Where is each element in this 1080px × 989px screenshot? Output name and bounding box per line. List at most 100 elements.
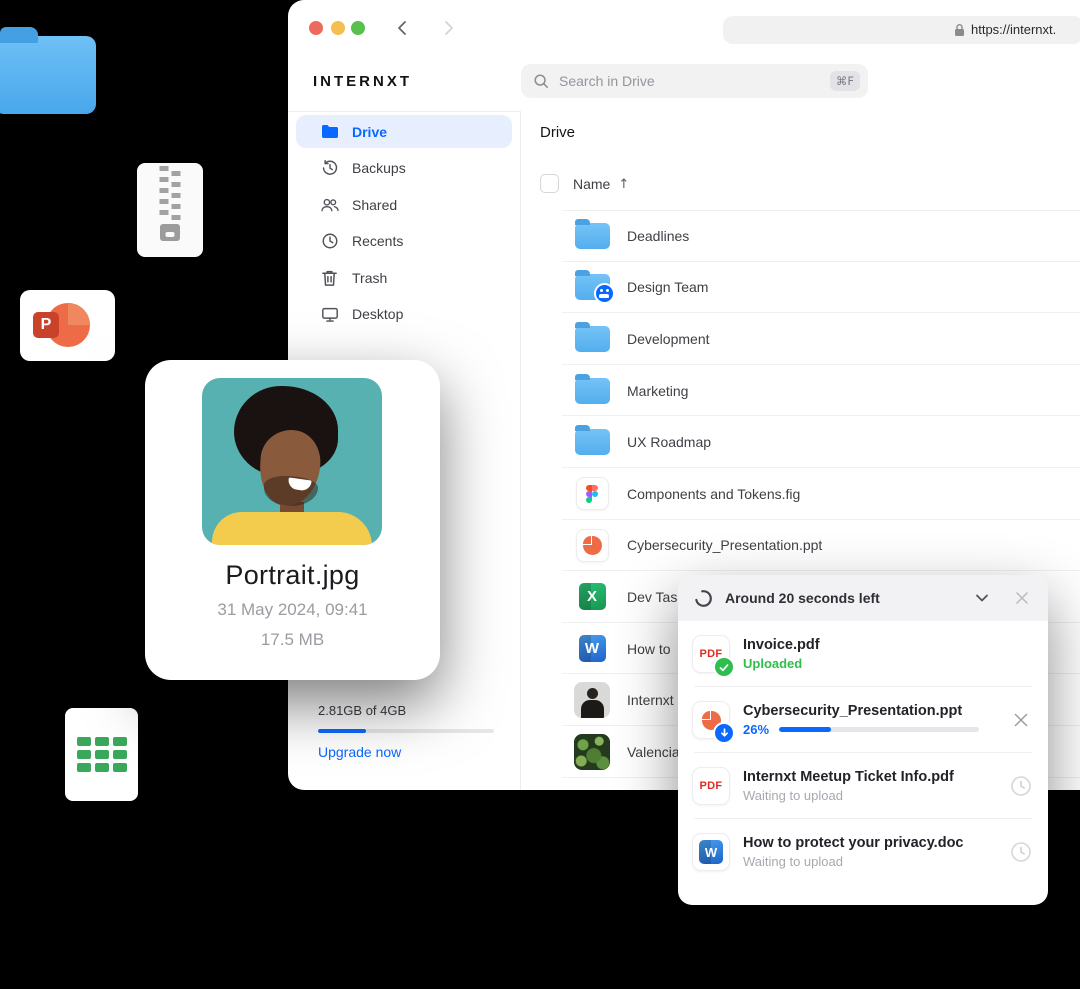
- table-row[interactable]: Cybersecurity_Presentation.ppt: [520, 520, 1080, 572]
- floating-folder-icon: [0, 36, 96, 114]
- photo-thumbnail: [574, 682, 610, 718]
- upload-status: Waiting to upload: [743, 854, 1034, 869]
- sidebar-item-label: Recents: [352, 233, 403, 249]
- spreadsheet-file-icon: [65, 708, 138, 801]
- figma-icon: [576, 477, 609, 510]
- portrait-image: [202, 378, 382, 545]
- folder-icon: [575, 378, 610, 404]
- pdf-icon: PDF: [692, 635, 730, 673]
- sidebar-item-label: Drive: [352, 124, 387, 140]
- people-icon: [320, 195, 339, 214]
- waiting-clock-icon: [1010, 775, 1032, 797]
- upload-filename: Cybersecurity_Presentation.ppt: [743, 703, 1034, 719]
- row-label: Dev Tas: [627, 589, 677, 605]
- row-label: How to: [627, 641, 671, 657]
- sidebar-item-label: Backups: [352, 160, 406, 176]
- storage-section: 2.81GB of 4GB Upgrade now: [318, 703, 494, 760]
- storage-bar: [318, 729, 494, 733]
- upload-progress-panel: Around 20 seconds left PDF Invoice.pdf U…: [678, 575, 1048, 905]
- storage-usage: 2.81GB of 4GB: [318, 703, 494, 718]
- minimize-window-button[interactable]: [331, 21, 345, 35]
- sort-ascending-icon: ↑: [618, 177, 629, 192]
- upload-progress-bar: [779, 727, 979, 732]
- select-all-checkbox[interactable]: [540, 174, 559, 193]
- search-shortcut-badge: ⌘F: [830, 71, 860, 91]
- upload-panel-header: Around 20 seconds left: [678, 575, 1048, 621]
- preview-size: 17.5 MB: [145, 630, 440, 650]
- upload-item: PDF Internxt Meetup Ticket Info.pdf Wait…: [678, 753, 1048, 819]
- search-bar[interactable]: ⌘F: [521, 64, 868, 98]
- upload-item: W How to protect your privacy.doc Waitin…: [678, 819, 1048, 885]
- shared-folder-icon: [575, 274, 610, 300]
- pdf-icon: PDF: [692, 767, 730, 805]
- name-column-header[interactable]: Name ↑: [573, 176, 629, 192]
- excel-icon: X: [579, 583, 606, 610]
- table-row[interactable]: Development: [520, 313, 1080, 365]
- row-label: Cybersecurity_Presentation.ppt: [627, 537, 822, 553]
- upload-status: Uploaded: [743, 656, 1034, 671]
- sidebar-item-drive[interactable]: Drive: [296, 115, 512, 148]
- composite-scene: P https://internxt. INTERNXT: [0, 0, 1080, 989]
- sidebar-item-backups[interactable]: Backups: [296, 152, 512, 185]
- maximize-window-button[interactable]: [351, 21, 365, 35]
- chevron-down-icon[interactable]: [972, 588, 992, 608]
- upload-item: Cybersecurity_Presentation.ppt 26%: [678, 687, 1048, 753]
- address-bar[interactable]: https://internxt.: [723, 16, 1080, 44]
- sidebar-item-label: Trash: [352, 270, 387, 286]
- spreadsheet-grid-icon: [77, 737, 127, 772]
- table-row[interactable]: Components and Tokens.fig: [520, 468, 1080, 520]
- table-row[interactable]: Marketing: [520, 365, 1080, 417]
- row-label: Valencia: [627, 744, 680, 760]
- close-window-button[interactable]: [309, 21, 323, 35]
- internxt-logo: INTERNXT: [313, 73, 412, 90]
- back-button[interactable]: [395, 20, 411, 36]
- name-header-label: Name: [573, 176, 610, 192]
- powerpoint-icon: [576, 529, 609, 562]
- sidebar-item-desktop[interactable]: Desktop: [296, 298, 512, 331]
- zipper-teeth: [160, 166, 181, 221]
- file-preview-card: Portrait.jpg 31 May 2024, 09:41 17.5 MB: [145, 360, 440, 680]
- upload-progress-fill: [779, 727, 831, 732]
- powerpoint-icon: [692, 701, 730, 739]
- url-text: https://internxt.: [971, 22, 1056, 37]
- table-row[interactable]: Design Team: [520, 262, 1080, 314]
- sidebar-item-label: Shared: [352, 197, 397, 213]
- powerpoint-file-icon: P: [20, 290, 115, 361]
- check-badge-icon: [713, 656, 735, 678]
- upload-eta-label: Around 20 seconds left: [725, 590, 960, 606]
- search-input[interactable]: [557, 72, 822, 90]
- zipper-pull: [160, 224, 180, 241]
- upgrade-link[interactable]: Upgrade now: [318, 744, 494, 760]
- table-row[interactable]: Deadlines: [520, 210, 1080, 262]
- sidebar-item-recents[interactable]: Recents: [296, 225, 512, 258]
- clock-icon: [320, 232, 339, 251]
- close-icon[interactable]: [1012, 588, 1032, 608]
- storage-bar-fill: [318, 729, 366, 733]
- row-label: UX Roadmap: [627, 434, 711, 450]
- sidebar-header-divider: [288, 111, 520, 112]
- history-icon: [320, 159, 339, 178]
- cancel-upload-icon[interactable]: [1010, 709, 1032, 731]
- upload-percent: 26%: [743, 722, 769, 737]
- folder-icon: [575, 223, 610, 249]
- monitor-icon: [320, 305, 339, 324]
- row-label: Internxt: [627, 692, 674, 708]
- sidebar-item-label: Desktop: [352, 306, 403, 322]
- sidebar-item-shared[interactable]: Shared: [296, 188, 512, 221]
- preview-date: 31 May 2024, 09:41: [145, 600, 440, 620]
- forward-button[interactable]: [440, 20, 456, 36]
- upload-filename: How to protect your privacy.doc: [743, 835, 1034, 851]
- upload-item: PDF Invoice.pdf Uploaded: [678, 621, 1048, 687]
- search-icon: [533, 73, 549, 89]
- powerpoint-logo-icon: P: [46, 303, 90, 347]
- spinner-icon: [694, 589, 713, 608]
- row-label: Deadlines: [627, 228, 689, 244]
- preview-filename: Portrait.jpg: [145, 560, 440, 591]
- row-label: Components and Tokens.fig: [627, 486, 800, 502]
- powerpoint-letter: P: [33, 312, 59, 338]
- sidebar-item-trash[interactable]: Trash: [296, 261, 512, 294]
- word-icon: W: [692, 833, 730, 871]
- row-label: Marketing: [627, 383, 688, 399]
- table-row[interactable]: UX Roadmap: [520, 416, 1080, 468]
- folder-icon: [575, 429, 610, 455]
